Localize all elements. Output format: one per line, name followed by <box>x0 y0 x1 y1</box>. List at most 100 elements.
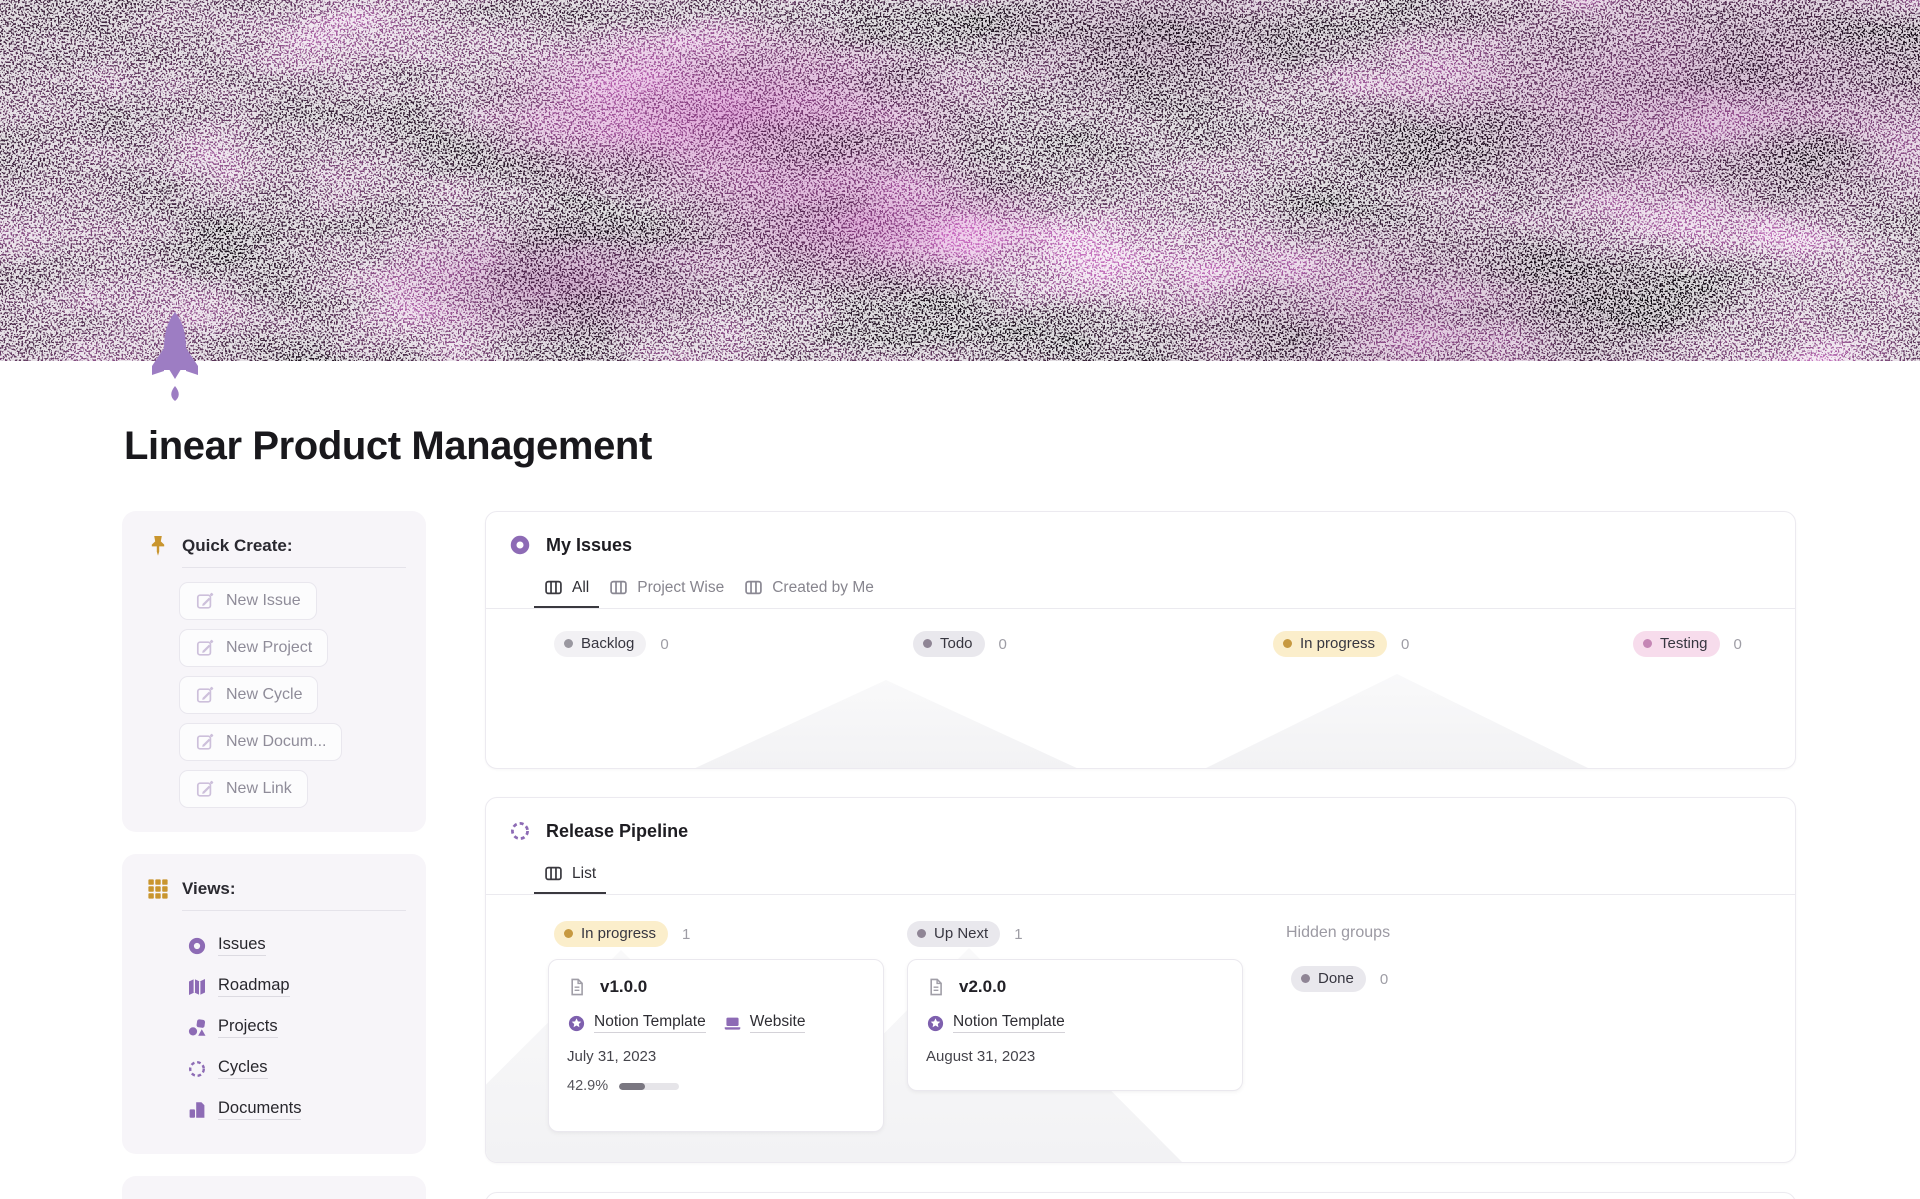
dashed-circle-icon <box>509 820 531 842</box>
status-label: In progress <box>1300 635 1376 652</box>
status-badge: Testing <box>1633 631 1720 657</box>
main-content: My Issues All Project Wise Created by Me… <box>485 511 1796 1199</box>
group-count: 0 <box>1401 635 1410 653</box>
quick-create-buttons: New Issue New Project New Cycle New Docu… <box>147 582 406 808</box>
issue-donut-icon <box>509 534 531 556</box>
website-link[interactable]: Website <box>723 1013 806 1033</box>
group-done[interactable]: Done 0 <box>1291 966 1388 992</box>
status-dot <box>1643 639 1652 648</box>
documents-link-label: Documents <box>218 1099 302 1120</box>
status-label: Done <box>1318 970 1354 987</box>
hidden-groups-label[interactable]: Hidden groups <box>1286 924 1390 942</box>
release-pipeline-tabs: List <box>486 862 1795 895</box>
release-progress: 42.9% <box>567 1078 865 1094</box>
release-pipeline-header: Release Pipeline <box>509 820 688 842</box>
grid-icon <box>147 878 169 900</box>
sidebar-item-issues[interactable]: Issues <box>187 925 406 966</box>
board-icon <box>544 864 563 883</box>
progress-bar <box>619 1082 680 1090</box>
group-count: 0 <box>998 635 1007 653</box>
views-title: Views: <box>182 879 236 898</box>
progress-bar-fill <box>619 1082 645 1090</box>
new-project-button[interactable]: New Project <box>179 629 329 667</box>
notion-page: Linear Product Management Quick Create: … <box>0 0 1920 1199</box>
empty-column-triangle <box>691 680 1081 768</box>
new-document-label: New Docum... <box>226 733 327 750</box>
website-label: Website <box>749 1013 806 1033</box>
page-title[interactable]: Linear Product Management <box>124 424 652 469</box>
sidebar-item-roadmap[interactable]: Roadmap <box>187 966 406 1007</box>
group-count: 1 <box>1014 925 1023 943</box>
projects-link-label: Projects <box>218 1017 278 1038</box>
star-badge-icon <box>567 1014 586 1033</box>
release-date: August 31, 2023 <box>926 1048 1036 1065</box>
status-dot <box>564 639 573 648</box>
page-cover-image[interactable] <box>0 0 1920 361</box>
page-icon <box>926 977 946 997</box>
status-badge: Up Next <box>907 921 1001 947</box>
board-icon <box>544 578 563 597</box>
release-card-title-row: v1.0.0 <box>567 977 865 997</box>
status-badge: In progress <box>554 921 669 947</box>
status-label: Todo <box>940 635 973 652</box>
issues-link-label: Issues <box>218 935 266 956</box>
group-in-progress[interactable]: In progress 1 <box>554 921 690 947</box>
new-issue-button[interactable]: New Issue <box>179 582 317 620</box>
group-count: 0 <box>660 635 669 653</box>
release-links: Notion Template Website <box>567 1013 865 1033</box>
release-card-v1[interactable]: v1.0.0 Notion Template Website July 31, … <box>548 959 884 1132</box>
next-section-card-edge <box>485 1192 1796 1199</box>
views-header: Views: <box>147 878 406 900</box>
group-up-next[interactable]: Up Next 1 <box>907 921 1023 947</box>
sidebar-item-cycles[interactable]: Cycles <box>187 1048 406 1089</box>
release-date: July 31, 2023 <box>567 1048 657 1065</box>
notion-template-link[interactable]: Notion Template <box>567 1013 706 1033</box>
views-section: Views: Issues Roadmap Projects Cycles Do… <box>122 854 426 1154</box>
quick-create-title: Quick Create: <box>182 536 293 555</box>
status-label: Up Next <box>934 925 989 942</box>
status-badge: Done <box>1291 966 1366 992</box>
tab-all[interactable]: All <box>534 576 600 608</box>
tab-project-wise-label: Project Wise <box>637 578 725 596</box>
laptop-icon <box>723 1014 742 1033</box>
tab-list[interactable]: List <box>534 862 607 894</box>
group-count: 0 <box>1379 970 1389 988</box>
tab-all-label: All <box>572 578 590 596</box>
new-link-button[interactable]: New Link <box>179 770 308 808</box>
views-list: Issues Roadmap Projects Cycles Documents <box>147 925 406 1130</box>
new-project-label: New Project <box>226 639 313 656</box>
tab-project-wise[interactable]: Project Wise <box>599 576 734 606</box>
new-link-label: New Link <box>226 780 292 797</box>
status-label: Testing <box>1660 635 1708 652</box>
nebula-glow <box>0 0 1920 361</box>
new-issue-label: New Issue <box>226 592 301 609</box>
sidebar: Quick Create: New Issue New Project New … <box>122 511 426 1199</box>
group-in-progress[interactable]: In progress 0 <box>1273 631 1409 657</box>
notion-template-label: Notion Template <box>594 1013 706 1033</box>
tab-created-by-me[interactable]: Created by Me <box>734 576 884 606</box>
dashed-circle-icon <box>187 1059 207 1079</box>
group-backlog[interactable]: Backlog 0 <box>554 631 669 657</box>
release-pipeline-card: Release Pipeline List In progress 1 Up N… <box>485 797 1796 1163</box>
status-dot <box>1301 974 1310 983</box>
roadmap-link-label: Roadmap <box>218 976 290 997</box>
notion-template-link[interactable]: Notion Template <box>926 1013 1065 1033</box>
notion-template-label: Notion Template <box>953 1013 1065 1033</box>
edit-icon <box>195 732 215 752</box>
sidebar-item-projects[interactable]: Projects <box>187 1007 406 1048</box>
sidebar-item-documents[interactable]: Documents <box>187 1089 406 1130</box>
tab-created-by-me-label: Created by Me <box>772 578 874 596</box>
status-badge: Todo <box>913 631 985 657</box>
rocket-page-icon[interactable] <box>150 310 200 405</box>
page-icon <box>567 977 587 997</box>
status-badge: In progress <box>1273 631 1388 657</box>
group-todo[interactable]: Todo 0 <box>913 631 1007 657</box>
tab-list-label: List <box>572 864 597 882</box>
new-cycle-button[interactable]: New Cycle <box>179 676 319 714</box>
release-card-v2[interactable]: v2.0.0 Notion Template August 31, 2023 <box>907 959 1243 1091</box>
pushpin-icon <box>147 535 169 557</box>
group-testing[interactable]: Testing 0 <box>1633 631 1742 657</box>
my-issues-tabs: All Project Wise Created by Me <box>486 576 1795 609</box>
new-document-button[interactable]: New Docum... <box>179 723 343 761</box>
teams-section: Teams: <box>122 1176 426 1199</box>
